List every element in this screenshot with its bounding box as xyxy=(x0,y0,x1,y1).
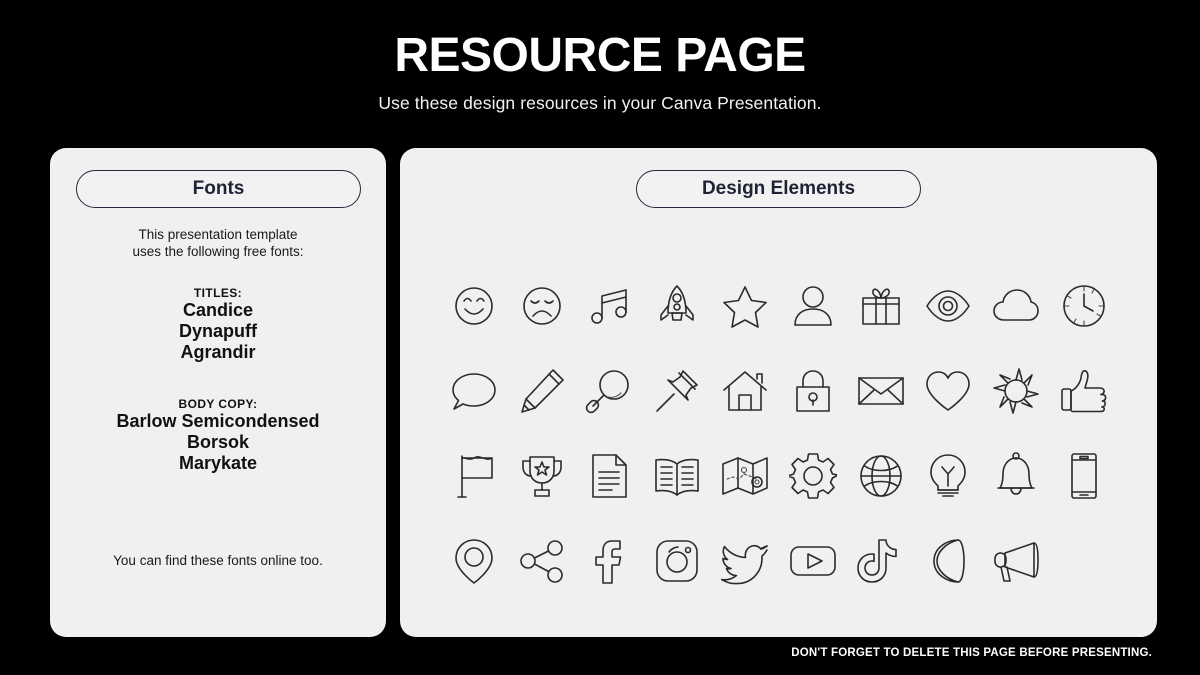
trophy-icon[interactable] xyxy=(516,450,568,502)
title-font-name: Candice xyxy=(182,300,254,320)
eye-icon[interactable] xyxy=(922,280,974,332)
fonts-footnote: You can find these fonts online too. xyxy=(113,553,323,568)
flag-icon[interactable] xyxy=(448,450,500,502)
facebook-icon[interactable] xyxy=(583,535,635,587)
smiley-face-icon[interactable] xyxy=(448,280,500,332)
rocket-icon[interactable] xyxy=(651,280,703,332)
share-icon[interactable] xyxy=(516,535,568,587)
page-subtitle: Use these design resources in your Canva… xyxy=(378,93,822,113)
music-note-icon[interactable] xyxy=(583,280,635,332)
cloud-icon[interactable] xyxy=(990,280,1042,332)
globe-icon[interactable] xyxy=(855,450,907,502)
tiktok-icon[interactable] xyxy=(855,535,907,587)
fonts-intro-line-2: uses the following free fonts: xyxy=(132,244,304,259)
megaphone-icon[interactable] xyxy=(990,535,1042,587)
map-icon[interactable] xyxy=(719,450,771,502)
design-elements-heading-pill[interactable]: Design Elements xyxy=(636,170,921,208)
fonts-panel-heading-pill[interactable]: Fonts xyxy=(76,170,361,208)
body-font-name: Marykate xyxy=(178,453,258,473)
fonts-panel-body: This presentation template uses the foll… xyxy=(50,226,386,474)
body-font-group: BODY COPY: Barlow Semicondensed Borsok M… xyxy=(50,397,386,474)
title-font-name: Dynapuff xyxy=(179,321,257,341)
moon-icon[interactable] xyxy=(922,535,974,587)
lightbulb-icon[interactable] xyxy=(922,450,974,502)
speech-bubble-icon[interactable] xyxy=(448,365,500,417)
gift-icon[interactable] xyxy=(855,280,907,332)
body-font-name: Barlow Semicondensed xyxy=(116,411,320,431)
titles-group-label: TITLES: xyxy=(193,286,243,300)
clock-icon[interactable] xyxy=(1058,280,1110,332)
youtube-icon[interactable] xyxy=(787,535,839,587)
design-elements-icon-grid xyxy=(440,263,1118,603)
fonts-panel: Fonts This presentation template uses th… xyxy=(50,148,386,637)
instagram-icon[interactable] xyxy=(651,535,703,587)
pencil-icon[interactable] xyxy=(516,365,568,417)
delete-page-footer-note: DON'T FORGET TO DELETE THIS PAGE BEFORE … xyxy=(791,647,1152,659)
gear-icon[interactable] xyxy=(787,450,839,502)
body-group-label: BODY COPY: xyxy=(178,397,258,411)
sad-face-icon[interactable] xyxy=(516,280,568,332)
design-elements-panel: Design Elements xyxy=(400,148,1157,637)
bell-icon[interactable] xyxy=(990,450,1042,502)
body-font-name: Borsok xyxy=(186,432,249,452)
sun-icon[interactable] xyxy=(990,365,1042,417)
person-icon[interactable] xyxy=(787,280,839,332)
envelope-icon[interactable] xyxy=(855,365,907,417)
lock-icon[interactable] xyxy=(787,365,839,417)
smartphone-icon[interactable] xyxy=(1058,450,1110,502)
slide-canvas: RESOURCE PAGE Use these design resources… xyxy=(0,0,1200,675)
location-pin-icon[interactable] xyxy=(448,535,500,587)
twitter-icon[interactable] xyxy=(719,535,771,587)
fonts-panel-heading-label: Fonts xyxy=(192,178,245,199)
document-icon[interactable] xyxy=(583,450,635,502)
book-icon[interactable] xyxy=(651,450,703,502)
title-font-name: Agrandir xyxy=(180,342,256,362)
design-elements-heading-label: Design Elements xyxy=(701,178,856,199)
fonts-intro-line-1: This presentation template xyxy=(138,227,298,242)
page-title: RESOURCE PAGE xyxy=(394,29,806,82)
titles-font-group: TITLES: Candice Dynapuff Agrandir xyxy=(50,286,386,363)
pushpin-icon[interactable] xyxy=(651,365,703,417)
magnifying-glass-icon[interactable] xyxy=(583,365,635,417)
house-icon[interactable] xyxy=(719,365,771,417)
star-icon[interactable] xyxy=(719,280,771,332)
heart-icon[interactable] xyxy=(922,365,974,417)
thumbs-up-icon[interactable] xyxy=(1058,365,1110,417)
